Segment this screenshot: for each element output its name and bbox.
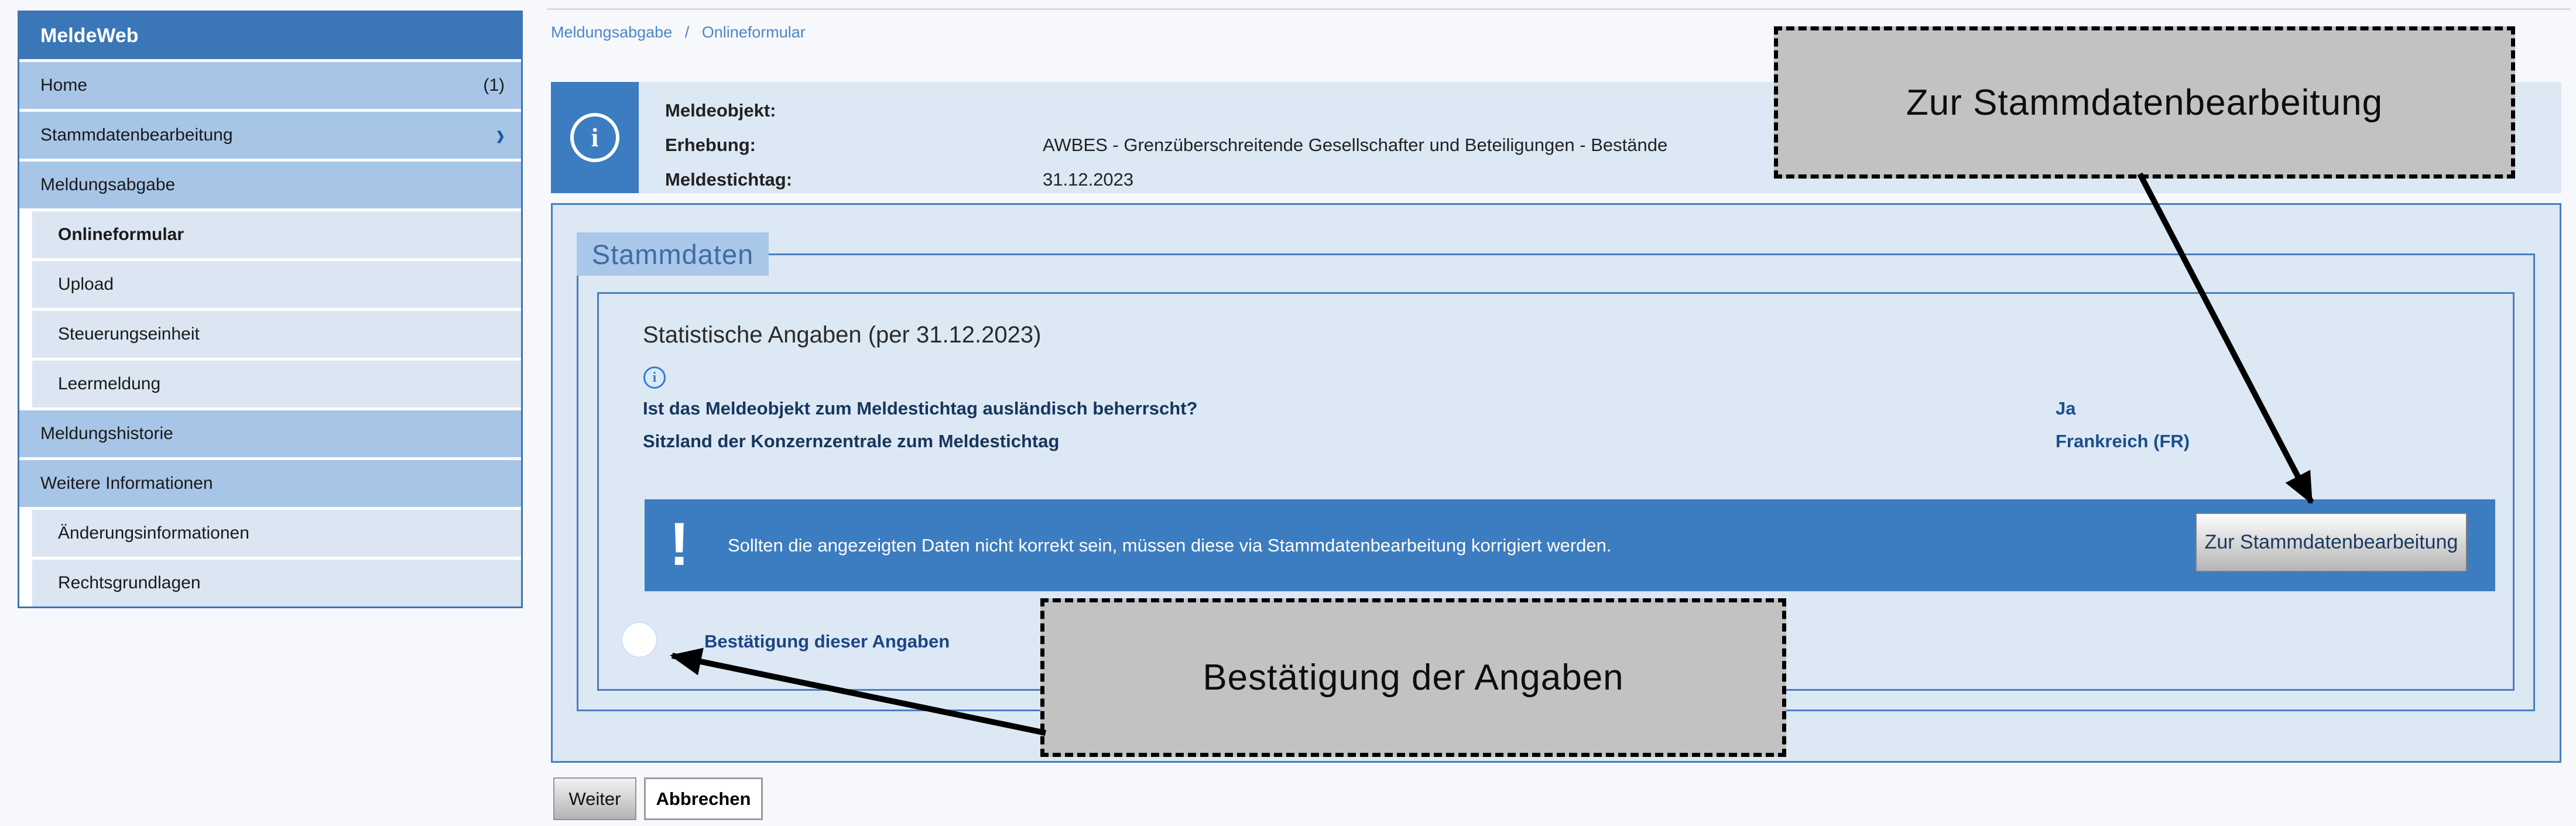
info-value: 31.12.2023 [1043, 166, 1133, 193]
sidebar-item-label: Rechtsgrundlagen [58, 573, 201, 593]
subsection-title: Statistische Angaben (per 31.12.2023) [643, 322, 1041, 348]
sidebar-item-label: Weitere Informationen [40, 474, 213, 493]
info-icon[interactable]: i [643, 366, 666, 389]
sidebar-item-aenderungsinformationen[interactable]: Änderungsinformationen [32, 510, 521, 557]
correction-hint-text: Sollten die angezeigten Daten nicht korr… [728, 499, 1612, 591]
sidebar-item-rechtsgrundlagen[interactable]: Rechtsgrundlagen [32, 560, 521, 606]
breadcrumb: Meldungsabgabe / Onlineformular [551, 23, 806, 42]
exclamation-icon: ! [669, 501, 690, 588]
sidebar-item-meldungsabgabe[interactable]: Meldungsabgabe [19, 162, 521, 208]
question-value: Ja [2056, 398, 2075, 419]
sidebar-item-onlineformular[interactable]: Onlineformular [32, 211, 521, 258]
sidebar-item-label: Leermeldung [58, 374, 160, 394]
sidebar-item-label: Änderungsinformationen [58, 523, 249, 543]
breadcrumb-link-meldungsabgabe[interactable]: Meldungsabgabe [551, 23, 672, 41]
question-label: Sitzland der Konzernzentrale zum Meldest… [643, 431, 1059, 451]
weiter-button[interactable]: Weiter [553, 777, 636, 820]
annotation-box-bestaetigung-der-angaben: Bestätigung der Angaben [1040, 598, 1786, 757]
sidebar-item-label: Onlineformular [58, 225, 184, 245]
sidebar: MeldeWeb Home (1) Stammdatenbearbeitung … [18, 11, 523, 608]
chevron-right-icon: › [496, 119, 505, 152]
confirm-radio-label: Bestätigung dieser Angaben [704, 631, 950, 652]
sidebar-item-leermeldung[interactable]: Leermeldung [32, 361, 521, 407]
sidebar-item-label: Meldungshistorie [40, 424, 173, 444]
info-icon: i [570, 113, 619, 162]
top-divider [547, 8, 2570, 10]
app-title: MeldeWeb [19, 12, 521, 59]
confirm-radio[interactable] [622, 623, 656, 657]
info-label: Erhebung: [665, 132, 1043, 158]
section-legend: Stammdaten [577, 232, 769, 276]
sidebar-item-stammdatenbearbeitung[interactable]: Stammdatenbearbeitung › [19, 112, 521, 159]
sidebar-item-home[interactable]: Home (1) [19, 62, 521, 109]
sidebar-item-label: Meldungsabgabe [40, 175, 175, 195]
breadcrumb-separator: / [685, 23, 690, 41]
breadcrumb-link-onlineformular[interactable]: Onlineformular [702, 23, 806, 41]
sidebar-item-label: Stammdatenbearbeitung [40, 125, 233, 145]
correction-hint-banner: ! Sollten die angezeigten Daten nicht ko… [645, 499, 2495, 591]
notification-count-badge: (1) [483, 76, 505, 95]
abbrechen-button[interactable]: Abbrechen [644, 777, 763, 820]
sidebar-item-steuerungseinheit[interactable]: Steuerungseinheit [32, 311, 521, 358]
zur-stammdatenbearbeitung-button[interactable]: Zur Stammdatenbearbeitung [2195, 513, 2467, 572]
annotation-box-zur-stammdatenbearbeitung: Zur Stammdatenbearbeitung [1774, 26, 2515, 179]
question-value: Frankreich (FR) [2056, 431, 2190, 452]
info-label: Meldestichtag: [665, 166, 1043, 193]
sidebar-item-upload[interactable]: Upload [32, 261, 521, 308]
question-row-sitzland: Sitzland der Konzernzentrale zum Meldest… [643, 431, 2489, 455]
sidebar-item-label: Steuerungseinheit [58, 324, 200, 344]
info-value: AWBES - Grenzüberschreitende Gesellschaf… [1043, 132, 1667, 158]
question-row-auslaendisch-beherrscht: Ist das Meldeobjekt zum Meldestichtag au… [643, 398, 2489, 423]
info-label: Meldeobjekt: [665, 97, 1043, 124]
info-box-stripe: i [551, 82, 639, 193]
question-label: Ist das Meldeobjekt zum Meldestichtag au… [643, 398, 1197, 419]
sidebar-item-label: Upload [58, 275, 114, 294]
sidebar-item-label: Home [40, 76, 87, 95]
sidebar-item-weitere-informationen[interactable]: Weitere Informationen [19, 460, 521, 507]
sidebar-item-meldungshistorie[interactable]: Meldungshistorie [19, 410, 521, 457]
